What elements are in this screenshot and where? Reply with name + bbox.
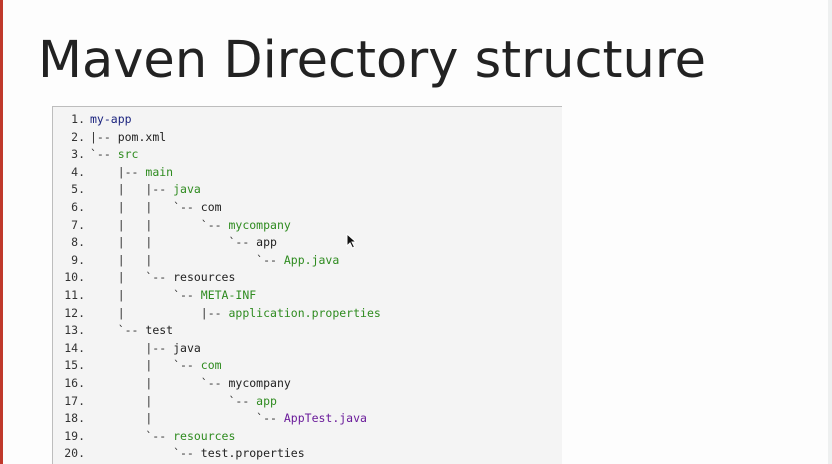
tree-prefix: | `-- [90, 411, 284, 426]
tree-prefix: | |-- [90, 182, 174, 197]
tree-entry-name: App.java [283, 252, 340, 267]
tree-prefix: | | `-- [90, 235, 257, 250]
tree-entry-name: main [145, 164, 174, 179]
tree-entry-name: java [173, 340, 201, 355]
line-number: 6. [71, 199, 85, 214]
tree-entry-name: pom.xml [117, 129, 167, 144]
code-line: 6. | | `-- com [53, 199, 381, 217]
slide-left-accent [0, 0, 3, 464]
code-line: 7. | | `-- mycompany [53, 217, 381, 235]
tree-prefix: | `-- [90, 358, 201, 373]
code-line-list: 1. my-app 2. |-- pom.xml 3. `-- src 4. |-- mai… [53, 111, 381, 463]
mouse-pointer-icon [346, 233, 358, 249]
code-block: 1. my-app 2. |-- pom.xml 3. `-- src 4. |-- mai… [52, 106, 562, 464]
tree-entry-name: test [145, 323, 174, 338]
line-number: 8. [71, 235, 85, 250]
line-number: 4. [71, 164, 85, 179]
tree-prefix: |-- [90, 129, 118, 144]
line-number: 17. [64, 393, 85, 408]
code-line: 4. |-- main [53, 164, 381, 182]
line-number: 16. [64, 375, 85, 390]
tree-prefix: | `-- [90, 287, 201, 302]
line-number: 12. [64, 305, 85, 320]
tree-entry-name: mycompany [228, 217, 291, 232]
tree-prefix: `-- [90, 428, 174, 443]
tree-entry-name: application.properties [228, 305, 381, 320]
tree-entry-name: resources [173, 270, 236, 285]
code-line: 14. |-- java [53, 340, 381, 358]
slide-right-edge [828, 0, 832, 464]
line-number: 13. [64, 323, 85, 338]
tree-prefix: | `-- [90, 375, 229, 390]
code-line: 19. `-- resources [53, 428, 381, 446]
line-number: 19. [64, 428, 85, 443]
code-line: 12. | |-- application.properties [53, 305, 381, 323]
tree-entry-name: mycompany [228, 375, 291, 390]
line-number: 5. [71, 182, 85, 197]
tree-entry-name: com [200, 199, 222, 214]
code-line: 15. | `-- com [53, 357, 381, 375]
tree-entry-name: app [256, 235, 277, 250]
tree-entry-name: app [256, 393, 277, 408]
tree-entry-name: test.properties [200, 446, 305, 461]
tree-prefix: `-- [90, 446, 201, 461]
slide-title: Maven Directory structure [38, 31, 707, 90]
tree-prefix: | | `-- [90, 252, 284, 267]
tree-prefix: |-- [90, 340, 174, 355]
line-number: 9. [71, 252, 85, 267]
line-number: 7. [71, 217, 85, 232]
line-number: 2. [71, 129, 85, 144]
code-line: 20. `-- test.properties [53, 445, 381, 463]
code-line: 8. | | `-- app [53, 234, 381, 252]
tree-entry-name: resources [173, 428, 236, 443]
code-line: 18. | `-- AppTest.java [53, 410, 381, 428]
line-number: 20. [64, 446, 85, 461]
tree-entry-name: AppTest.java [283, 411, 367, 426]
code-line: 3. `-- src [53, 146, 381, 164]
line-number: 18. [64, 411, 85, 426]
tree-prefix: |-- [90, 164, 146, 179]
code-line: 10. | `-- resources [53, 269, 381, 287]
tree-prefix: `-- [90, 147, 118, 162]
code-line: 16. | `-- mycompany [53, 375, 381, 393]
code-line: 2. |-- pom.xml [53, 129, 381, 147]
tree-entry-name: src [117, 147, 139, 162]
tree-entry-name: com [200, 358, 222, 373]
line-number: 1. [71, 112, 85, 126]
tree-prefix: `-- [90, 323, 146, 338]
slide: Maven Directory structure 1. my-app 2. |-- … [0, 0, 832, 464]
tree-entry-name: java [173, 182, 201, 197]
line-number: 10. [64, 270, 85, 285]
code-line: 11. | `-- META-INF [53, 287, 381, 305]
line-number: 14. [64, 340, 85, 355]
line-number: 11. [64, 287, 85, 302]
tree-prefix: | `-- [90, 393, 257, 408]
tree-prefix: | | `-- [90, 199, 201, 214]
code-line: 17. | `-- app [53, 393, 381, 411]
code-line: 1. my-app [53, 111, 381, 129]
tree-entry-name: META-INF [200, 287, 257, 302]
tree-entry-name: my-app [90, 112, 132, 126]
line-number: 15. [64, 358, 85, 373]
code-line: 9. | | `-- App.java [53, 252, 381, 270]
code-line: 5. | |-- java [53, 181, 381, 199]
tree-prefix: | |-- [90, 305, 229, 320]
tree-prefix: | `-- [90, 270, 174, 285]
tree-prefix: | | `-- [90, 217, 229, 232]
line-number: 3. [71, 147, 85, 162]
code-line: 13. `-- test [53, 322, 381, 340]
